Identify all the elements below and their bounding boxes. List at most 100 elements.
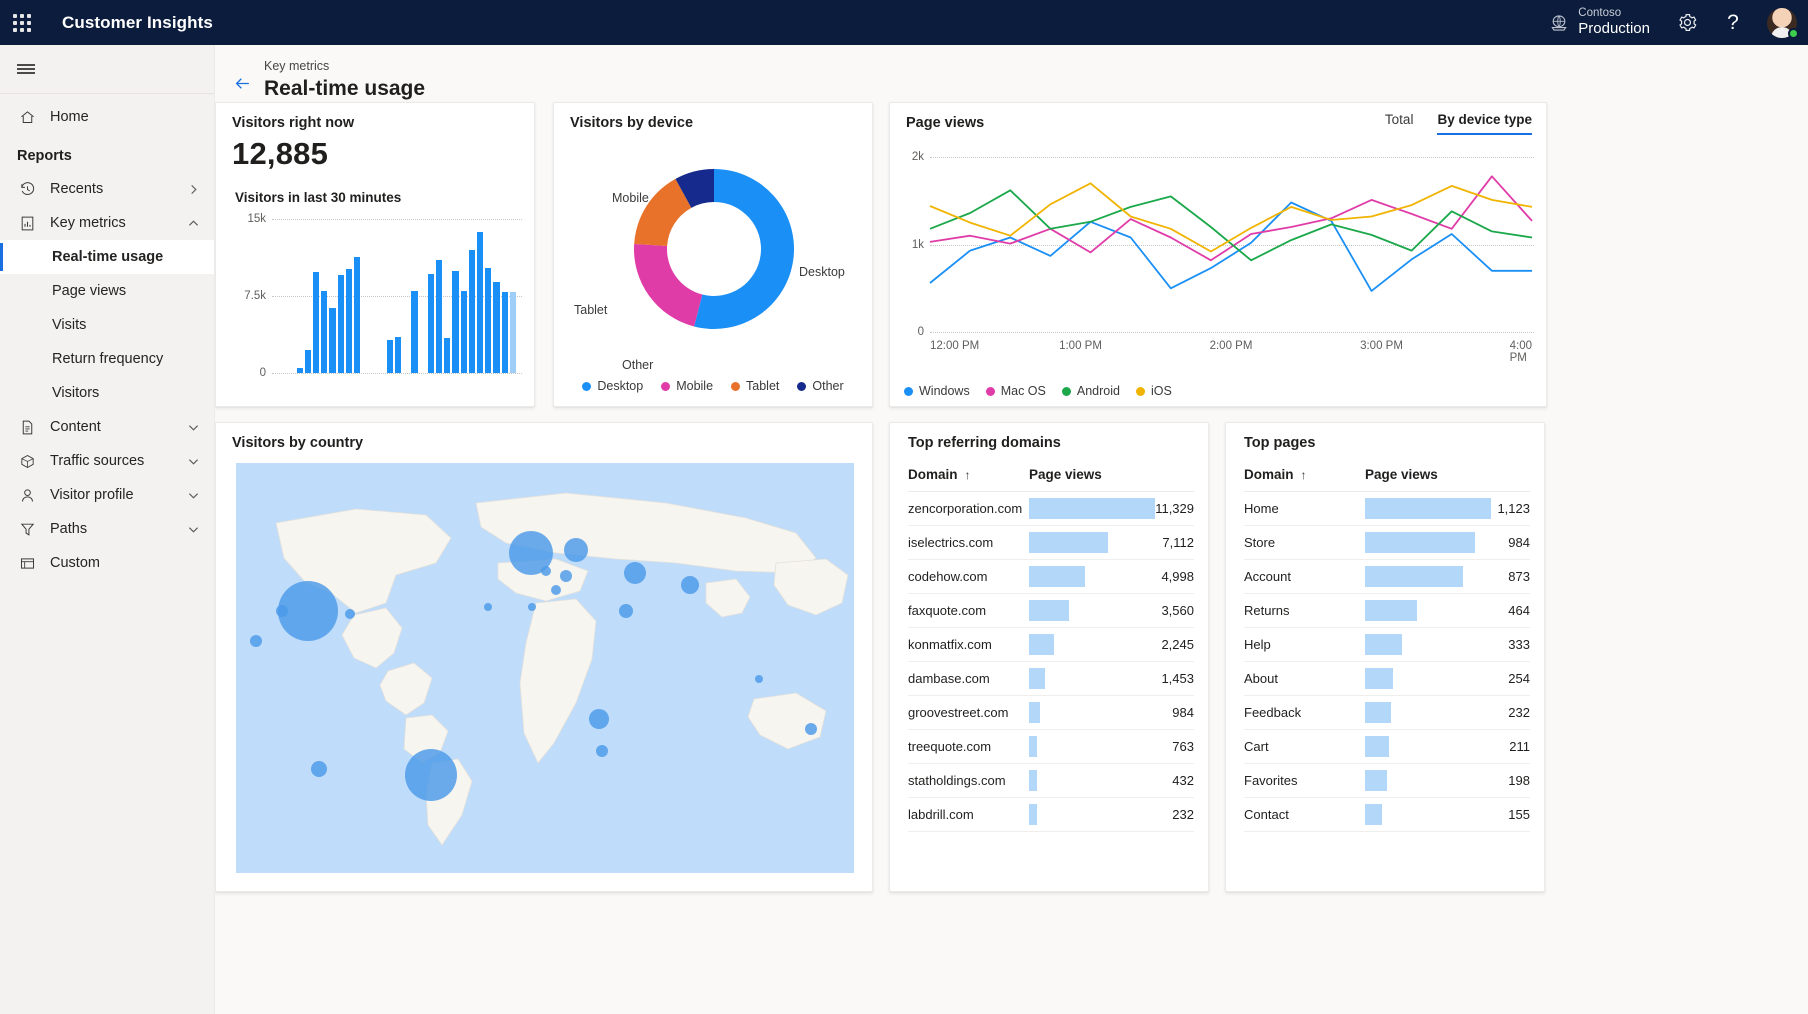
sidebar-item-paths[interactable]: Paths bbox=[0, 512, 214, 546]
table-row[interactable]: Store984 bbox=[1244, 526, 1530, 560]
sidebar-item-content[interactable]: Content bbox=[0, 410, 214, 444]
table-row[interactable]: dambase.com 1,453 bbox=[908, 662, 1194, 696]
cell-page-views: 432 bbox=[1029, 764, 1194, 798]
map-bubble[interactable] bbox=[484, 603, 492, 611]
column-header-domain[interactable]: Domain↑ bbox=[908, 463, 1029, 492]
map-bubble[interactable] bbox=[276, 605, 288, 617]
map-bubble[interactable] bbox=[250, 635, 262, 647]
user-avatar[interactable] bbox=[1756, 0, 1808, 45]
column-header-domain[interactable]: Domain↑ bbox=[1244, 463, 1365, 492]
sidebar-item-label: Visitor profile bbox=[50, 487, 182, 503]
page-views-value: 1,453 bbox=[1161, 671, 1194, 686]
legend-dot-icon bbox=[986, 387, 995, 396]
table-row[interactable]: statholdings.com432 bbox=[908, 764, 1194, 798]
map-bubble[interactable] bbox=[589, 709, 609, 729]
map-bubble[interactable] bbox=[528, 603, 536, 611]
card-title: Visitors right now bbox=[232, 115, 354, 131]
sidebar-item-visitor-profile[interactable]: Visitor profile bbox=[0, 478, 214, 512]
legend-item[interactable]: Mac OS bbox=[986, 384, 1046, 398]
document-icon bbox=[17, 417, 37, 437]
sidebar-item-page-views[interactable]: Page views bbox=[0, 274, 214, 308]
sidebar-subitem-label: Page views bbox=[52, 283, 126, 299]
tab-total[interactable]: Total bbox=[1385, 112, 1414, 135]
breadcrumb[interactable]: Key metrics bbox=[264, 58, 425, 74]
table-row[interactable]: codehow.com4,998 bbox=[908, 560, 1194, 594]
sidebar-item-real-time-usage[interactable]: Real-time usage bbox=[0, 240, 214, 274]
table-row[interactable]: Help333 bbox=[1244, 628, 1530, 662]
help-button[interactable]: ? bbox=[1710, 0, 1756, 45]
hamburger-menu-icon[interactable] bbox=[0, 45, 214, 93]
map-bubble[interactable] bbox=[345, 609, 355, 619]
cell-domain: iselectrics.com bbox=[908, 526, 1029, 560]
cell-page-views: 1,453 bbox=[1029, 662, 1194, 696]
map-bubble[interactable] bbox=[551, 585, 561, 595]
table-row[interactable]: Cart211 bbox=[1244, 730, 1530, 764]
page-views-bar bbox=[1029, 668, 1045, 689]
legend-item[interactable]: Mobile bbox=[661, 379, 713, 393]
environment-selector[interactable]: Contoso Production bbox=[1535, 0, 1664, 45]
legend-item[interactable]: Other bbox=[797, 379, 843, 393]
page-views-value: 155 bbox=[1508, 807, 1530, 822]
cell-page-views: 984 bbox=[1365, 526, 1530, 560]
sidebar-item-label: Custom bbox=[50, 555, 214, 571]
back-button[interactable] bbox=[225, 66, 259, 100]
table-row[interactable]: Favorites198 bbox=[1244, 764, 1530, 798]
legend-item[interactable]: Desktop bbox=[582, 379, 643, 393]
column-header-page-views[interactable]: Page views bbox=[1365, 463, 1530, 492]
legend-item[interactable]: Android bbox=[1062, 384, 1120, 398]
column-header-label: Domain bbox=[1244, 467, 1294, 482]
app-title: Customer Insights bbox=[62, 13, 213, 33]
cell-domain: dambase.com bbox=[908, 662, 1029, 696]
map-bubble[interactable] bbox=[311, 761, 327, 777]
world-map[interactable] bbox=[236, 463, 854, 873]
table-row[interactable]: Returns464 bbox=[1244, 594, 1530, 628]
table-row[interactable]: Account873 bbox=[1244, 560, 1530, 594]
table-row[interactable]: zencorporation.com11,329 bbox=[908, 492, 1194, 526]
table-row[interactable]: iselectrics.com7,112 bbox=[908, 526, 1194, 560]
cell-domain: Home bbox=[1244, 492, 1365, 526]
table-row[interactable]: Feedback232 bbox=[1244, 696, 1530, 730]
presence-indicator bbox=[1788, 28, 1799, 39]
sidebar-item-home[interactable]: Home bbox=[0, 100, 214, 134]
map-bubble[interactable] bbox=[755, 675, 763, 683]
sidebar-item-return-frequency[interactable]: Return frequency bbox=[0, 342, 214, 376]
table-row[interactable]: About254 bbox=[1244, 662, 1530, 696]
table-row[interactable]: Contact155 bbox=[1244, 798, 1530, 832]
sidebar-item-visitors[interactable]: Visitors bbox=[0, 376, 214, 410]
cell-page-views: 155 bbox=[1365, 798, 1530, 832]
table-row[interactable]: faxquote.com3,560 bbox=[908, 594, 1194, 628]
column-header-page-views[interactable]: Page views bbox=[1029, 463, 1194, 492]
tab-by-device-type[interactable]: By device type bbox=[1437, 112, 1532, 135]
world-map-svg bbox=[236, 463, 854, 873]
map-bubble[interactable] bbox=[564, 538, 588, 562]
legend-dot-icon bbox=[1062, 387, 1071, 396]
home-icon bbox=[17, 107, 37, 127]
map-bubble[interactable] bbox=[596, 745, 608, 757]
legend-dot-icon bbox=[904, 387, 913, 396]
table-row[interactable]: Home1,123 bbox=[1244, 492, 1530, 526]
sidebar-item-visits[interactable]: Visits bbox=[0, 308, 214, 342]
sidebar-item-label: Content bbox=[50, 419, 182, 435]
app-launcher-icon[interactable] bbox=[0, 14, 44, 32]
map-bubble[interactable] bbox=[805, 723, 817, 735]
map-bubble[interactable] bbox=[681, 576, 699, 594]
map-bubble[interactable] bbox=[619, 604, 633, 618]
donut-slice[interactable] bbox=[634, 244, 702, 327]
legend-item[interactable]: Windows bbox=[904, 384, 970, 398]
map-bubble[interactable] bbox=[541, 566, 551, 576]
sidebar-item-recents[interactable]: Recents bbox=[0, 172, 214, 206]
table-row[interactable]: groovestreet.com984 bbox=[908, 696, 1194, 730]
legend-item[interactable]: iOS bbox=[1136, 384, 1172, 398]
map-bubble[interactable] bbox=[405, 749, 457, 801]
map-bubble[interactable] bbox=[624, 562, 646, 584]
sidebar-item-key-metrics[interactable]: Key metrics bbox=[0, 206, 214, 240]
settings-button[interactable] bbox=[1664, 0, 1710, 45]
table-row[interactable]: labdrill.com232 bbox=[908, 798, 1194, 832]
legend-item[interactable]: Tablet bbox=[731, 379, 779, 393]
sidebar-item-custom[interactable]: Custom bbox=[0, 546, 214, 580]
map-bubble[interactable] bbox=[560, 570, 572, 582]
top-referring-domains-table: Domain↑Page viewszencorporation.com11,32… bbox=[908, 463, 1194, 832]
table-row[interactable]: konmatfix.com2,245 bbox=[908, 628, 1194, 662]
table-row[interactable]: treequote.com763 bbox=[908, 730, 1194, 764]
sidebar-item-traffic-sources[interactable]: Traffic sources bbox=[0, 444, 214, 478]
